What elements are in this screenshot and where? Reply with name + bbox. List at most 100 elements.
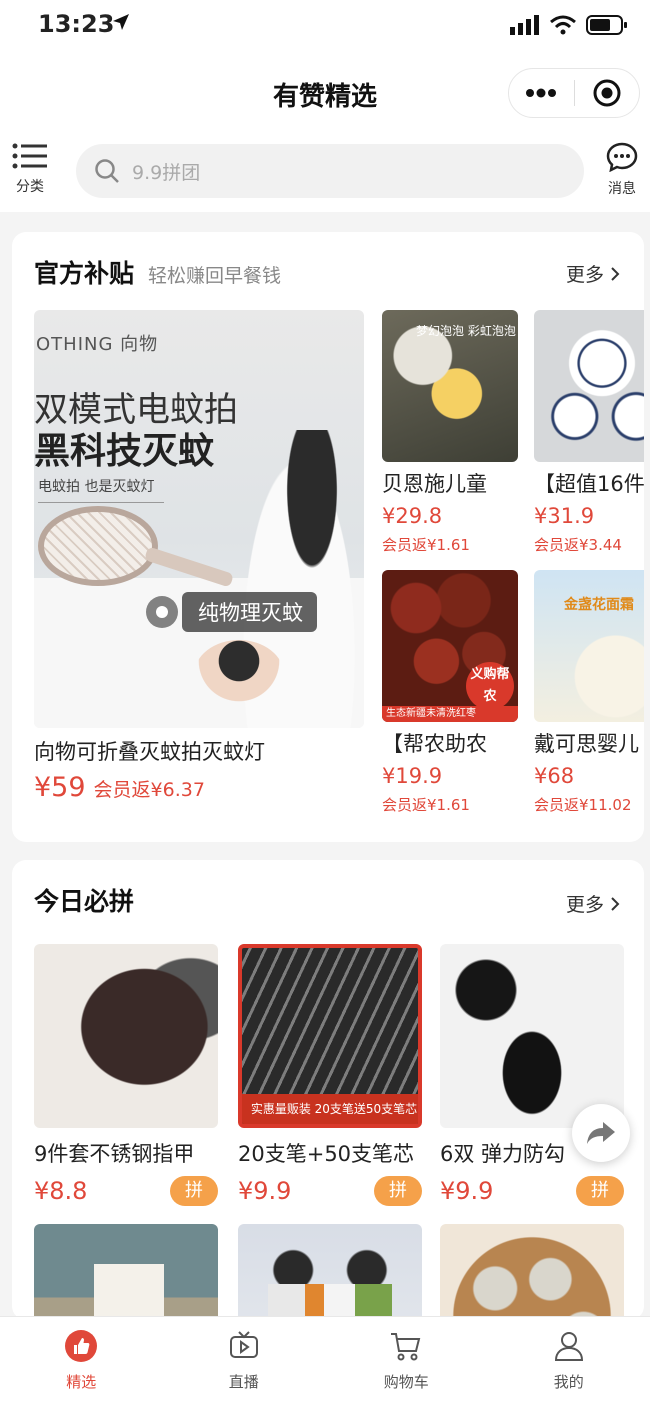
more-label: 更多 (565, 894, 604, 916)
product-name: 贝恩施儿童 (382, 472, 487, 496)
more-dots-icon (526, 88, 557, 98)
more-link[interactable]: 更多 (566, 260, 620, 287)
product-image (534, 310, 644, 462)
tab-label: 我的 (553, 1373, 584, 1391)
product-price: ¥19.9 (382, 764, 443, 788)
category-button[interactable]: 分类 (8, 142, 52, 196)
featured-cashback: 会员返¥6.37 (93, 779, 205, 801)
tab-label: 直播 (228, 1373, 259, 1391)
image-caption: 金盏花面霜 (564, 597, 634, 613)
nav-bar: 有赞精选 (0, 56, 650, 132)
chevron-right-icon (611, 266, 620, 281)
section-header: 今日必拼 (34, 882, 134, 918)
tv-play-icon (229, 1331, 258, 1358)
product-price: ¥9.9 (440, 1177, 494, 1205)
chat-bubble-icon (606, 142, 638, 173)
product-name: 【帮农助农 (382, 732, 487, 756)
group-buy-card[interactable]: 9件套不锈钢指甲 ¥8.8 拼 (34, 944, 218, 1206)
tab-label: 购物车 (383, 1373, 429, 1391)
product-image: 梦幻泡泡 彩虹泡泡 (382, 310, 518, 462)
product-name: 戴可思婴儿 (534, 732, 639, 756)
product-image (238, 1224, 422, 1320)
group-buy-card[interactable]: 实惠量贩装 20支笔送50支笔芯 20支笔+50支笔芯 ¥9.9 拼 (238, 944, 422, 1206)
group-buy-button[interactable]: 拼 (374, 1176, 422, 1206)
image-caption: 生态新疆未清洗红枣 (382, 706, 518, 722)
search-input[interactable]: 9.9拼团 (76, 144, 584, 198)
more-options-button[interactable] (509, 68, 574, 118)
brand-mark: OTHING 向物 (36, 334, 159, 355)
target-circle-icon (593, 79, 621, 107)
product-card[interactable]: 【超值16件 ¥31.9 会员返¥3.44 (534, 310, 644, 555)
featured-price: ¥59 (34, 772, 86, 803)
group-buy-card[interactable] (238, 1224, 422, 1320)
product-badge: 义购帮农 (466, 662, 514, 710)
featured-product-image[interactable]: OTHING 向物 双模式电蚊拍 黑科技灭蚊 电蚊拍 也是灭蚊灯 纯物理灭蚊 (34, 310, 364, 728)
person-icon (554, 1332, 583, 1361)
promo-subline: 电蚊拍 也是灭蚊灯 (38, 476, 164, 503)
section-header: 官方补贴 轻松赚回早餐钱 (34, 254, 281, 290)
featured-product-name[interactable]: 向物可折叠灭蚊拍灭蚊灯 (34, 736, 265, 766)
featured-price-row: ¥59 会员返¥6.37 (34, 772, 205, 803)
product-name: 【超值16件 (534, 472, 644, 496)
product-cashback: 会员返¥1.61 (382, 536, 470, 554)
status-time: 13:23 (38, 10, 115, 38)
message-button[interactable]: 消息 (600, 142, 644, 198)
tab-profile[interactable]: 我的 (488, 1317, 650, 1404)
tab-label: 精选 (66, 1373, 97, 1391)
wifi-icon (550, 15, 576, 35)
close-mini-program-button[interactable] (575, 68, 640, 118)
product-price: ¥8.8 (34, 1177, 88, 1205)
search-icon (95, 159, 119, 183)
group-buy-card[interactable] (34, 1224, 218, 1320)
cart-icon (391, 1333, 421, 1361)
section-title: 官方补贴 (34, 259, 135, 288)
location-arrow-icon (113, 14, 129, 30)
product-image: 金盏花面霜 (534, 570, 644, 722)
search-placeholder: 9.9拼团 (132, 161, 201, 184)
daily-group-buy-section: 今日必拼 更多 9件套不锈钢指甲 ¥8.8 拼 实惠量贩装 20支笔送50支笔芯… (12, 860, 644, 1320)
product-image: 义购帮农 生态新疆未清洗红枣 (382, 570, 518, 722)
product-card[interactable]: 义购帮农 生态新疆未清洗红枣 【帮农助农 ¥19.9 会员返¥1.61 (382, 570, 520, 815)
category-label: 分类 (16, 179, 44, 195)
group-buy-button[interactable]: 拼 (576, 1176, 624, 1206)
group-buy-card[interactable] (440, 1224, 624, 1320)
hotspot-dot (146, 596, 178, 628)
list-menu-icon (12, 143, 47, 169)
image-caption: 实惠量贩装 20支笔送50支笔芯 (242, 1094, 418, 1124)
product-image (440, 944, 624, 1128)
more-label: 更多 (565, 264, 604, 286)
product-card[interactable]: 金盏花面霜 戴可思婴儿 ¥68 会员返¥11.02 (534, 570, 644, 815)
promo-headline-bold: 黑科技灭蚊 (34, 431, 215, 472)
product-name: 9件套不锈钢指甲 (34, 1142, 195, 1166)
product-image (34, 944, 218, 1128)
image-caption: 梦幻泡泡 彩虹泡泡 (416, 324, 516, 338)
signal-icon (510, 15, 539, 35)
tab-live[interactable]: 直播 (163, 1317, 326, 1404)
share-button[interactable] (572, 1104, 630, 1162)
product-cashback: 会员返¥1.61 (382, 796, 470, 814)
more-link[interactable]: 更多 (566, 890, 620, 917)
section-title: 今日必拼 (34, 887, 135, 916)
tab-featured[interactable]: 精选 (0, 1317, 163, 1404)
share-arrow-icon (587, 1122, 615, 1144)
section-subtitle: 轻松赚回早餐钱 (148, 265, 282, 287)
bottom-tab-bar: 精选 直播 购物车 我的 (0, 1316, 650, 1404)
product-price: ¥9.9 (238, 1177, 292, 1205)
product-image (440, 1224, 624, 1320)
product-price: ¥31.9 (534, 504, 595, 528)
racket-graphic (38, 506, 158, 586)
product-name: 20支笔+50支笔芯 (238, 1142, 415, 1166)
tab-cart[interactable]: 购物车 (325, 1317, 488, 1404)
group-buy-card[interactable]: 6双 弹力防勾 ¥9.9 拼 (440, 944, 624, 1206)
product-price: ¥68 (534, 764, 575, 788)
product-image (34, 1224, 218, 1320)
product-image: 实惠量贩装 20支笔送50支笔芯 (238, 944, 422, 1128)
search-bar: 分类 9.9拼团 消息 (0, 132, 650, 212)
thumbs-up-icon (65, 1330, 98, 1362)
group-buy-button[interactable]: 拼 (170, 1176, 218, 1206)
product-card[interactable]: 梦幻泡泡 彩虹泡泡 贝恩施儿童 ¥29.8 会员返¥1.61 (382, 310, 520, 555)
feature-tag: 纯物理灭蚊 (182, 592, 317, 632)
message-label: 消息 (608, 181, 636, 197)
product-cashback: 会员返¥11.02 (534, 796, 632, 814)
official-subsidy-section: 官方补贴 轻松赚回早餐钱 更多 OTHING 向物 双模式电蚊拍 黑科技灭蚊 电… (12, 232, 644, 842)
